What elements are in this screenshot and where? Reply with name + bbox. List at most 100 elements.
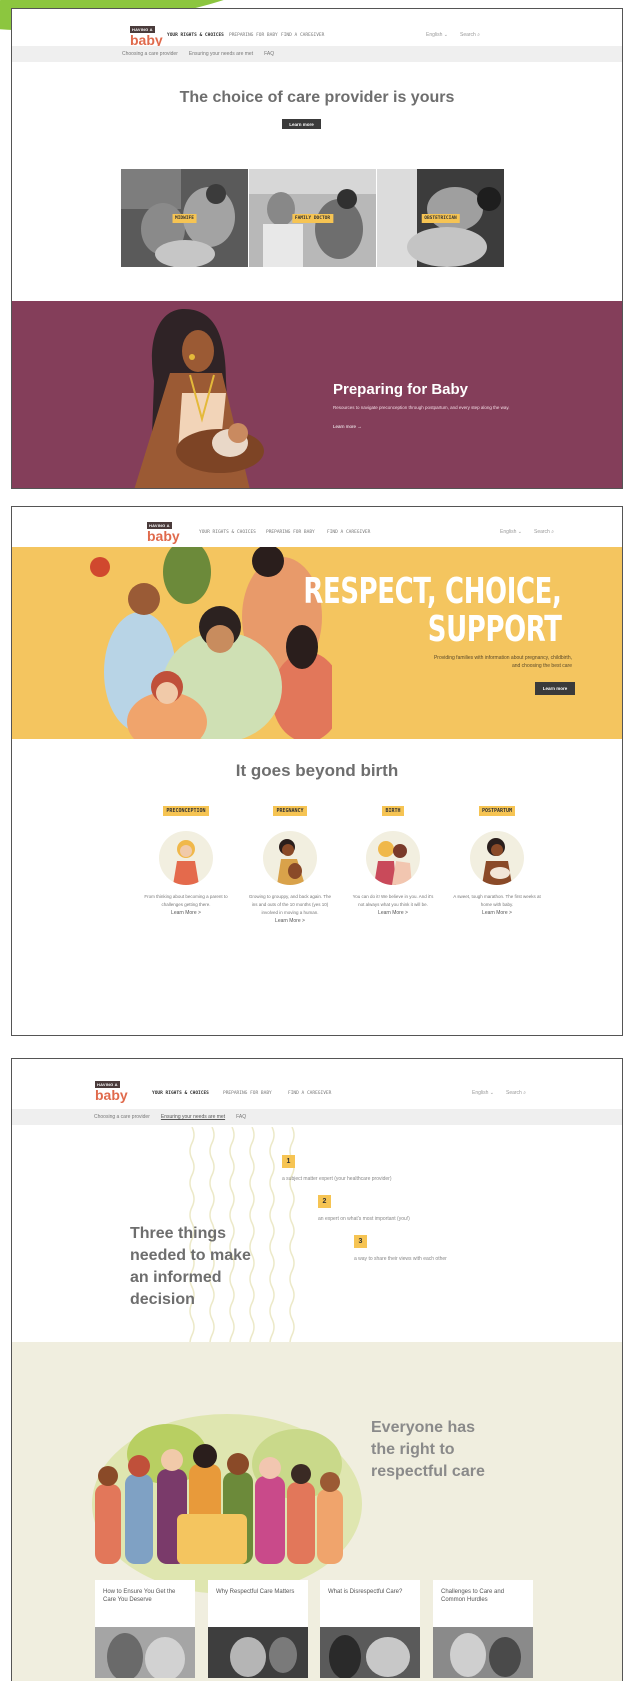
heading-line: Three things: [130, 1225, 227, 1242]
provider-obstetrician[interactable]: OBSTETRICIAN: [377, 169, 504, 267]
nav-rights[interactable]: YOUR RIGHTS & CHOICES: [167, 33, 229, 38]
postpartum-illustration: [470, 831, 524, 885]
preparing-promo-band: Preparing for Baby Resources to navigate…: [12, 301, 622, 488]
breastfeeding-illustration: [134, 309, 264, 488]
nav-utilities: English ⌄ Search ⌕: [500, 529, 554, 535]
step-number-3: 3: [354, 1235, 367, 1248]
subnav-choosing[interactable]: Choosing a care provider: [122, 51, 178, 57]
article-card[interactable]: What is Disrespectful Care?: [320, 1580, 420, 1678]
hero-learn-more-button[interactable]: Learn more: [535, 682, 575, 695]
subnav-choosing[interactable]: Choosing a care provider: [94, 1114, 150, 1120]
families-illustration: [90, 547, 332, 739]
stage-tag: BIRTH: [382, 806, 404, 816]
step-number-2: 2: [318, 1195, 331, 1208]
search-label: Search: [506, 1090, 522, 1096]
hero-text: Providing families with information abou…: [433, 655, 572, 669]
brand-logo[interactable]: HAVING A baby: [130, 26, 163, 47]
chevron-down-icon: ⌄: [517, 529, 522, 535]
brand-logo-bottom: baby: [95, 1087, 128, 1103]
subnav-faq[interactable]: FAQ: [236, 1114, 246, 1120]
brand-logo[interactable]: HAVING A baby: [147, 522, 180, 543]
language-select[interactable]: English ⌄: [472, 1090, 494, 1096]
hero-headline-line2: SUPPORT: [428, 609, 562, 650]
stage-learn-more[interactable]: Learn More >: [240, 918, 340, 924]
nav-preparing[interactable]: PREPARING FOR BABY: [229, 33, 281, 38]
chevron-down-icon: ⌄: [443, 32, 448, 38]
provider-midwife[interactable]: MIDWIFE: [121, 169, 248, 267]
heading-line: Everyone has: [371, 1419, 476, 1436]
birth-illustration: [366, 831, 420, 885]
search-link[interactable]: Search ⌕: [506, 1090, 526, 1096]
nav-preparing[interactable]: PREPARING FOR BABY: [223, 1091, 288, 1096]
heading-line: decision: [130, 1291, 195, 1308]
hero-headline: RESPECT, CHOICE, SUPPORT: [304, 573, 562, 649]
main-nav: YOUR RIGHTS & CHOICES PREPARING FOR BABY…: [167, 33, 341, 38]
step-text-3: a way to share their views with each oth…: [354, 1256, 447, 1262]
step-number-1: 1: [282, 1155, 295, 1168]
stage-description: A sweet, tough marathon. The first weeks…: [453, 894, 541, 907]
nav-caregiver[interactable]: FIND A CAREGIVER: [281, 33, 341, 38]
provider-label-midwife: MIDWIFE: [172, 214, 197, 223]
nav-caregiver[interactable]: FIND A CAREGIVER: [288, 1091, 348, 1096]
search-link[interactable]: Search ⌕: [534, 529, 554, 535]
stage-pregnancy[interactable]: PREGNANCY Growing to grouppy, and back a…: [240, 799, 340, 924]
page-title: The choice of care provider is yours: [179, 89, 455, 106]
nav-preparing[interactable]: PREPARING FOR BABY: [266, 530, 327, 535]
search-link[interactable]: Search ⌕: [460, 32, 480, 38]
card-photo: [320, 1627, 420, 1678]
brand-logo[interactable]: HAVING A baby: [95, 1081, 128, 1102]
search-icon: ⌕: [551, 529, 555, 535]
decision-heading: Three things needed to make an informed …: [130, 1223, 251, 1311]
card-title: How to Ensure You Get the Care You Deser…: [103, 1589, 176, 1603]
article-card[interactable]: Challenges to Care and Common Hurdles: [433, 1580, 533, 1678]
screenshot-preparing-page: HAVING A baby YOUR RIGHTS & CHOICES PREP…: [11, 8, 623, 489]
card-photo: [208, 1627, 308, 1678]
heading-line: respectful care: [371, 1463, 485, 1480]
language-label: English: [472, 1090, 489, 1096]
brand-logo-bottom: baby: [130, 32, 163, 48]
article-card[interactable]: Why Respectful Care Matters: [208, 1580, 308, 1678]
stage-learn-more[interactable]: Learn More >: [343, 910, 443, 916]
card-title: Why Respectful Care Matters: [216, 1589, 295, 1595]
section-title: It goes beyond birth: [235, 761, 399, 780]
main-nav: YOUR RIGHTS & CHOICES PREPARING FOR BABY…: [152, 1091, 348, 1096]
subnav-ensuring[interactable]: Ensuring your needs are met: [189, 51, 253, 57]
provider-family-doctor[interactable]: FAMILY DOCTOR: [249, 169, 376, 267]
nav-caregiver[interactable]: FIND A CAREGIVER: [327, 530, 387, 535]
stage-preconception[interactable]: PRECONCEPTION From thinking about becomi…: [136, 799, 236, 916]
heading-line: needed to make: [130, 1247, 251, 1264]
hero-banner: RESPECT, CHOICE, SUPPORT Providing famil…: [12, 547, 622, 739]
stage-postpartum[interactable]: POSTPARTUM A sweet, tough marathon. The …: [447, 799, 547, 916]
learn-more-button[interactable]: Learn more: [282, 119, 321, 129]
search-label: Search: [534, 529, 550, 535]
stage-description: You can do it! We believe in you. And it…: [352, 894, 434, 907]
subnav-faq[interactable]: FAQ: [264, 51, 274, 57]
stage-learn-more[interactable]: Learn More >: [136, 910, 236, 916]
stage-learn-more[interactable]: Learn More >: [447, 910, 547, 916]
card-photo: [433, 1627, 533, 1678]
sub-nav: Choosing a care provider Ensuring your n…: [12, 46, 622, 62]
promo-title: Preparing for Baby: [333, 381, 469, 398]
brand-logo-bottom: baby: [147, 528, 180, 544]
step-text-1: a subject matter expert (your healthcare…: [282, 1176, 392, 1182]
language-select[interactable]: English ⌄: [500, 529, 522, 535]
provider-label-obstetrician: OBSTETRICIAN: [421, 214, 460, 223]
screenshot-rights-page: HAVING A baby YOUR RIGHTS & CHOICES PREP…: [11, 1058, 623, 1681]
heading-line: the right to: [371, 1441, 455, 1458]
language-label: English: [426, 32, 443, 38]
sub-nav: Choosing a care provider Ensuring your n…: [12, 1109, 622, 1125]
crowd-illustration: [92, 1414, 362, 1594]
nav-rights[interactable]: YOUR RIGHTS & CHOICES: [199, 530, 266, 535]
promo-link[interactable]: Learn more →: [333, 423, 362, 430]
article-card[interactable]: How to Ensure You Get the Care You Deser…: [95, 1580, 195, 1678]
nav-rights[interactable]: YOUR RIGHTS & CHOICES: [152, 1091, 223, 1096]
stage-birth[interactable]: BIRTH You can do it! We believe in you. …: [343, 799, 443, 916]
subnav-ensuring[interactable]: Ensuring your needs are met: [161, 1114, 225, 1120]
card-title: What is Disrespectful Care?: [328, 1589, 403, 1595]
stage-description: Growing to grouppy, and back again. The …: [248, 894, 332, 915]
step-text-2: an expert on what's most important (you!…: [318, 1216, 410, 1222]
main-nav: YOUR RIGHTS & CHOICES PREPARING FOR BABY…: [199, 530, 387, 535]
pregnancy-illustration: [263, 831, 317, 885]
provider-label-family-doctor: FAMILY DOCTOR: [291, 214, 334, 223]
language-select[interactable]: English ⌄: [426, 32, 448, 38]
